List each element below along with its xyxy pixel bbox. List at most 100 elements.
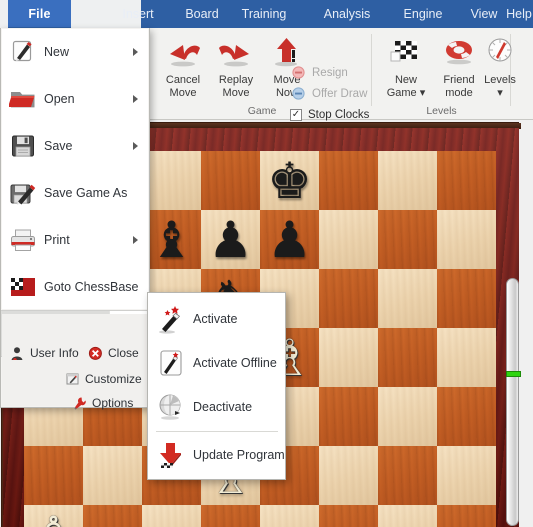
- menu-item-save-game-as[interactable]: Save Game As: [2, 169, 148, 216]
- menu-item-label: Save Game As: [44, 185, 128, 200]
- tab-bar-left-filler: [0, 0, 8, 28]
- black-king[interactable]: ♚: [260, 151, 319, 210]
- board-square[interactable]: [319, 387, 378, 446]
- board-square[interactable]: [378, 387, 437, 446]
- button-replay-move[interactable]: Replay Move: [209, 32, 263, 100]
- board-square[interactable]: [83, 505, 142, 527]
- board-square[interactable]: [201, 505, 260, 527]
- floppy-pencil-icon: [2, 180, 44, 206]
- board-square[interactable]: [319, 505, 378, 527]
- tab-view[interactable]: View: [471, 0, 498, 28]
- board-square[interactable]: [319, 151, 378, 210]
- board-square[interactable]: [378, 505, 437, 527]
- button-cancel-move[interactable]: Cancel Move: [156, 32, 210, 100]
- board-square[interactable]: [319, 269, 378, 328]
- board-square[interactable]: [437, 387, 496, 446]
- menu-item-user-info[interactable]: User Info: [7, 342, 79, 364]
- board-square[interactable]: [378, 328, 437, 387]
- board-square[interactable]: [437, 269, 496, 328]
- submenu-item-activate[interactable]: Activate: [149, 297, 285, 341]
- chevron-right-icon: [133, 47, 138, 56]
- board-square[interactable]: [378, 151, 437, 210]
- button-friend-mode[interactable]: Friend mode: [432, 32, 486, 100]
- board-square[interactable]: [378, 269, 437, 328]
- board-square[interactable]: [142, 505, 201, 527]
- button-infinite-analysis[interactable]: In An: [521, 32, 533, 100]
- menu-item-label: Options: [92, 396, 134, 410]
- tab-engine[interactable]: Engine: [404, 0, 443, 28]
- menu-item-close[interactable]: Close: [85, 342, 139, 364]
- board-square[interactable]: [378, 446, 437, 505]
- item-label: Resign: [312, 66, 348, 79]
- tab-training[interactable]: Training: [242, 0, 287, 28]
- board-square[interactable]: [83, 446, 142, 505]
- board-square[interactable]: [142, 151, 201, 210]
- board-square[interactable]: [201, 151, 260, 210]
- board-square[interactable]: [319, 446, 378, 505]
- item-stop-clocks[interactable]: ✓ Stop Clocks: [290, 106, 369, 123]
- tab-analysis[interactable]: Analysis: [324, 0, 371, 28]
- menu-item-label: Customize: [85, 372, 142, 386]
- board-square[interactable]: [24, 446, 83, 505]
- chevron-down-icon[interactable]: ▾: [497, 87, 503, 99]
- resign-minus-icon: [290, 65, 307, 80]
- menu-item-print[interactable]: Print: [2, 216, 148, 263]
- group-label-levels: Levels: [426, 105, 457, 117]
- board-square[interactable]: [437, 151, 496, 210]
- evaluation-bar[interactable]: [506, 278, 521, 526]
- menu-item-label: Close: [108, 346, 139, 360]
- label-text: Levels: [484, 74, 516, 86]
- menu-item-options[interactable]: Options: [69, 392, 133, 414]
- menu-item-customize[interactable]: Customize: [62, 368, 142, 390]
- chevron-right-icon: [133, 141, 138, 150]
- chessbase-logo-icon: [2, 275, 44, 299]
- printer-icon: [2, 228, 44, 252]
- close-x-circle-icon: [85, 346, 105, 361]
- button-levels[interactable]: Levels ▾: [479, 32, 521, 100]
- board-square[interactable]: [437, 505, 496, 527]
- submenu-item-label: Activate Offline: [193, 356, 277, 370]
- menu-item-save[interactable]: Save: [2, 122, 148, 169]
- offer-draw-icon: [290, 86, 307, 101]
- checkered-flag-icon: [379, 32, 433, 72]
- tab-insert[interactable]: Insert: [122, 0, 153, 28]
- item-label: Stop Clocks: [308, 108, 370, 121]
- magic-wand-icon: [149, 304, 193, 334]
- checkbox-checked-icon[interactable]: ✓: [290, 108, 302, 121]
- board-square[interactable]: [319, 210, 378, 269]
- submenu-item-activate-offline[interactable]: Activate Offline: [149, 341, 285, 385]
- submenu-item-deactivate[interactable]: Deactivate: [149, 385, 285, 429]
- undo-arrow-icon: [156, 32, 210, 72]
- submenu-item-label: Activate: [193, 312, 238, 326]
- tab-board[interactable]: Board: [185, 0, 218, 28]
- black-bishop[interactable]: ♝: [142, 210, 201, 269]
- board-square[interactable]: [437, 446, 496, 505]
- application-window: ♜♜♚♝♟♟♟♞♟♙♗♙♗♙♙♙♙ 43 File InsertBoardTra…: [0, 0, 533, 527]
- chevron-down-icon[interactable]: ▾: [420, 87, 426, 99]
- menu-item-new[interactable]: New: [2, 28, 148, 75]
- file-menu-panel[interactable]: New Open Save Save Game As Print Goto ChessBa…: [0, 28, 150, 410]
- download-arrow-icon: [149, 440, 193, 470]
- board-square[interactable]: [260, 505, 319, 527]
- tab-help[interactable]: Help: [506, 0, 532, 28]
- board-square[interactable]: [378, 210, 437, 269]
- submenu-item-label: Deactivate: [193, 400, 253, 414]
- menu-item-goto-chessbase[interactable]: Goto ChessBase: [2, 263, 148, 310]
- black-pawn[interactable]: ♟: [260, 210, 319, 269]
- button-new-game[interactable]: New Game ▾: [379, 32, 433, 100]
- button-label: In An: [521, 74, 533, 100]
- board-square[interactable]: [437, 210, 496, 269]
- submenu-item-update-program[interactable]: Update Program: [149, 433, 285, 477]
- tab-file[interactable]: File: [8, 0, 71, 27]
- user-icon: [7, 346, 27, 361]
- board-square[interactable]: [437, 328, 496, 387]
- white-pawn[interactable]: ♙: [24, 505, 83, 527]
- item-offer-draw[interactable]: Offer Draw: [290, 85, 367, 102]
- chevron-right-icon: [133, 235, 138, 244]
- board-square[interactable]: [319, 328, 378, 387]
- menu-item-open[interactable]: Open: [2, 75, 148, 122]
- item-resign[interactable]: Resign: [290, 64, 348, 81]
- black-pawn[interactable]: ♟: [201, 210, 260, 269]
- activation-submenu[interactable]: Activate Activate Offline Deactivate Upd…: [147, 292, 286, 480]
- new-document-pencil-icon: [2, 39, 44, 65]
